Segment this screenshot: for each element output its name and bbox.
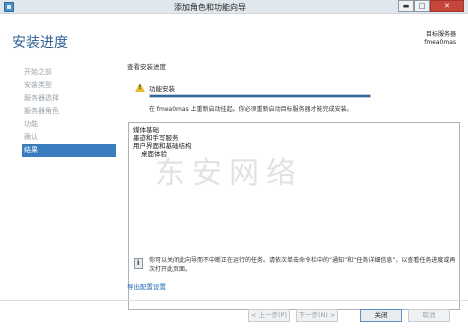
target-server-info: 目标服务器 fmea0mas — [424, 31, 456, 47]
close-button[interactable]: 关闭 — [360, 309, 402, 322]
cancel-button[interactable]: 取消 — [408, 309, 450, 322]
target-server-name: fmea0mas — [424, 39, 456, 46]
list-item: 桌面体验 — [141, 150, 167, 158]
sidebar-item-results[interactable]: 结果 — [22, 144, 116, 157]
close-window-button[interactable]: ✕ — [430, 0, 464, 12]
results-list[interactable]: 媒体基础 墨迹和手写服务 用户界面和基础结构 桌面体验 — [128, 122, 460, 310]
progress-fill — [150, 95, 370, 97]
sidebar-item-server-roles[interactable]: 服务器角色 — [22, 105, 116, 118]
title-bar: 添加角色和功能向导 ▬ □ ✕ — [0, 0, 468, 14]
list-item: 用户界面和基础结构 — [133, 142, 192, 150]
target-server-label: 目标服务器 — [425, 31, 456, 38]
maximize-button[interactable]: □ — [414, 0, 430, 12]
info-icon — [134, 258, 143, 269]
sidebar-item-confirmation[interactable]: 确认 — [22, 131, 116, 144]
sidebar-item-before-you-begin[interactable]: 开始之前 — [22, 66, 116, 79]
next-button[interactable]: 下一步(N) > — [296, 309, 338, 322]
list-item: 媒体基础 — [133, 126, 159, 134]
wizard-sidebar: 开始之前 安装类型 服务器选择 服务器角色 功能 确认 结果 — [22, 66, 116, 157]
list-item: 墨迹和手写服务 — [133, 134, 179, 142]
status-message: 在 fmea0mas 上重新启动挂起。你必须重新启动目标服务器才能完成安装。 — [149, 106, 353, 113]
sidebar-item-installation-type[interactable]: 安装类型 — [22, 79, 116, 92]
page-title: 安装进度 — [12, 35, 68, 51]
sidebar-item-server-selection[interactable]: 服务器选择 — [22, 92, 116, 105]
sidebar-item-features[interactable]: 功能 — [22, 118, 116, 131]
info-text: 你可以关闭此向导而不中断正在运行的任务。请依次单击命令栏中的“通知”和“任务详细… — [149, 257, 456, 273]
section-label: 查看安装进度 — [127, 63, 166, 71]
warning-icon — [135, 83, 145, 92]
window-title: 添加角色和功能向导 — [174, 3, 246, 12]
minimize-button[interactable]: ▬ — [398, 0, 414, 12]
previous-button[interactable]: < 上一步(P) — [248, 309, 290, 322]
feature-status: 功能安装 — [149, 85, 175, 93]
install-progress-bar — [149, 94, 371, 98]
export-configuration-link[interactable]: 导出配置设置 — [127, 281, 166, 291]
footer-divider — [0, 300, 468, 301]
